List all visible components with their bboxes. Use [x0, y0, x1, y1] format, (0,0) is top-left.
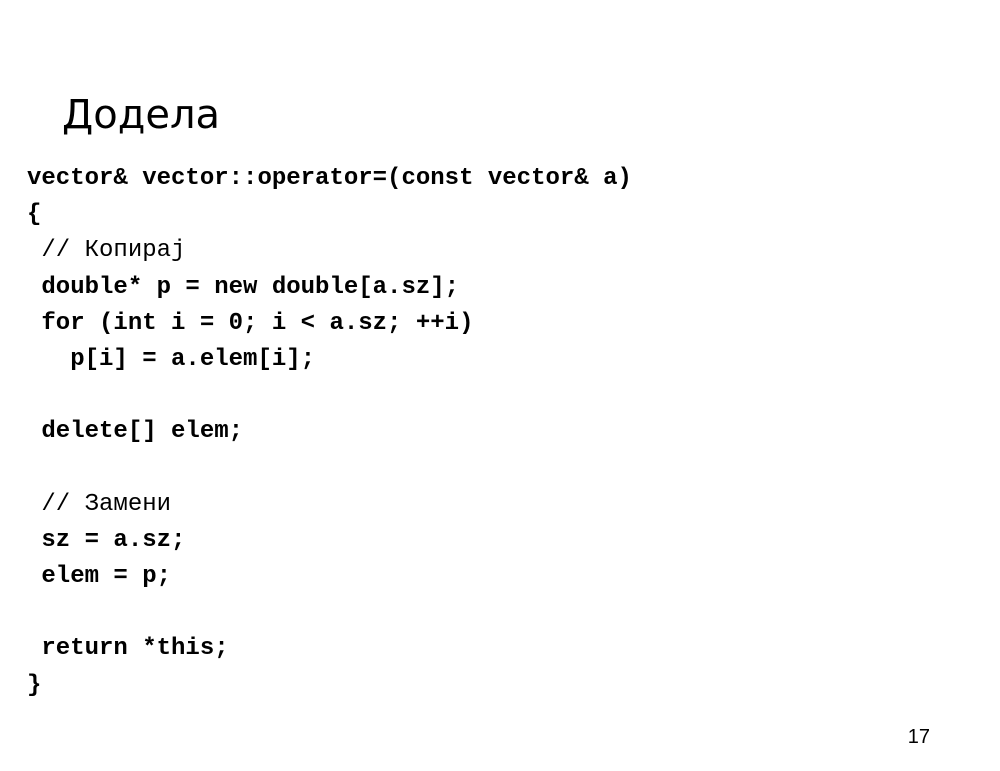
slide-title: Додела — [62, 92, 221, 138]
slide: Додела vector& vector::operator=(const v… — [0, 0, 1000, 771]
code-block: vector& vector::operator=(const vector& … — [27, 161, 632, 704]
code-line: } — [27, 671, 42, 699]
code-line: sz = a.sz; — [27, 526, 186, 554]
code-comment: // Копирај — [27, 237, 186, 265]
code-line: double* p = new double[a.sz]; — [27, 273, 460, 301]
code-line: for (int i = 0; i < a.sz; ++i) — [27, 309, 474, 337]
code-line: { — [27, 201, 42, 229]
code-line: delete[] elem; — [27, 418, 244, 446]
page-number: 17 — [907, 726, 930, 748]
code-comment: // Замени — [27, 490, 172, 518]
code-line: vector& vector::operator=(const vector& … — [27, 165, 632, 192]
code-line: return *this; — [27, 635, 229, 663]
code-line: p[i] = a.elem[i]; — [27, 345, 316, 373]
code-line: elem = p; — [27, 563, 172, 591]
